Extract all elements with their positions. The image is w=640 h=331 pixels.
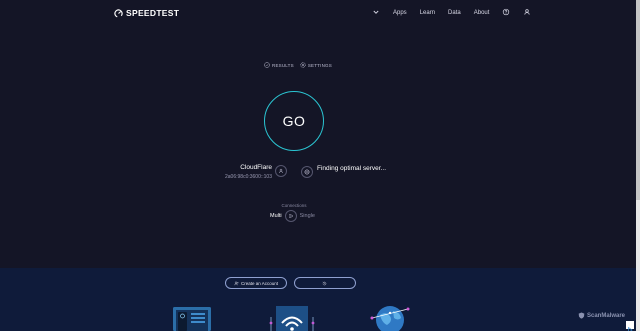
chevron-down-icon — [373, 10, 379, 14]
brand-name: SPEEDTEST — [126, 8, 180, 18]
nav-apps[interactable]: Apps — [393, 10, 407, 16]
globe-icon — [304, 169, 310, 175]
connections-toggle-group: Multi Single — [270, 210, 315, 222]
check-circle-icon — [264, 62, 270, 68]
gear-icon — [300, 62, 306, 68]
speedtest-page: SPEEDTEST Apps Learn Data About RESULTS … — [0, 0, 636, 331]
tab-settings[interactable]: SETTINGS — [300, 62, 332, 68]
globe-illustration — [370, 306, 410, 331]
watermark-text: ScanMalware — [587, 312, 626, 319]
scanmalware-watermark: ScanMalware — [578, 312, 625, 319]
isp-info: CloudFlare 2a06:98c0:3600::103 — [196, 164, 272, 180]
history-icon — [322, 281, 326, 285]
page-scrollbar[interactable] — [636, 0, 640, 331]
connections-toggle[interactable] — [284, 210, 297, 222]
shield-logo-icon — [578, 312, 585, 319]
nav-dropdown[interactable] — [372, 8, 380, 18]
change-server-button[interactable] — [301, 166, 313, 178]
create-account-label: Create an Account — [240, 280, 279, 286]
result-settings-tabs: RESULTS SETTINGS — [264, 62, 332, 68]
help-button[interactable] — [502, 8, 510, 18]
isp-ip-address: 2a06:98c0:3600::103 — [225, 174, 272, 180]
isp-name: CloudFlare — [240, 164, 272, 171]
apps-device-illustration — [173, 307, 211, 331]
help-icon — [503, 8, 510, 16]
speedometer-logo-icon — [114, 8, 123, 18]
nav-about[interactable]: About — [474, 10, 490, 16]
create-account-button[interactable]: Create an Account — [225, 277, 287, 289]
history-button[interactable] — [294, 277, 356, 289]
tab-results[interactable]: RESULTS — [264, 62, 294, 68]
tab-settings-label: SETTINGS — [307, 62, 332, 68]
user-icon — [279, 168, 283, 174]
connections-label: Connections — [281, 203, 307, 208]
connections-multi[interactable]: Multi — [270, 213, 282, 219]
top-nav: Apps Learn Data About — [372, 8, 544, 18]
go-label: GO — [282, 113, 306, 129]
toggle-arrows-icon — [288, 214, 294, 218]
scrollbar-thumb[interactable] — [636, 0, 640, 200]
isp-user-button[interactable] — [275, 165, 287, 177]
go-button[interactable]: GO — [264, 91, 324, 151]
ad-choices-badge[interactable] — [626, 321, 634, 331]
nav-data[interactable]: Data — [448, 10, 461, 16]
nav-learn[interactable]: Learn — [420, 10, 435, 16]
add-user-icon — [234, 281, 239, 285]
ad-choices-icon — [628, 326, 633, 331]
wifi-illustration — [269, 306, 315, 331]
speedtest-logo[interactable]: SPEEDTEST — [114, 8, 179, 18]
account-button[interactable] — [523, 8, 531, 18]
server-status: Finding optimal server... — [317, 165, 387, 172]
tab-results-label: RESULTS — [272, 62, 294, 68]
connections-single[interactable]: Single — [300, 213, 315, 219]
user-icon — [524, 9, 530, 15]
